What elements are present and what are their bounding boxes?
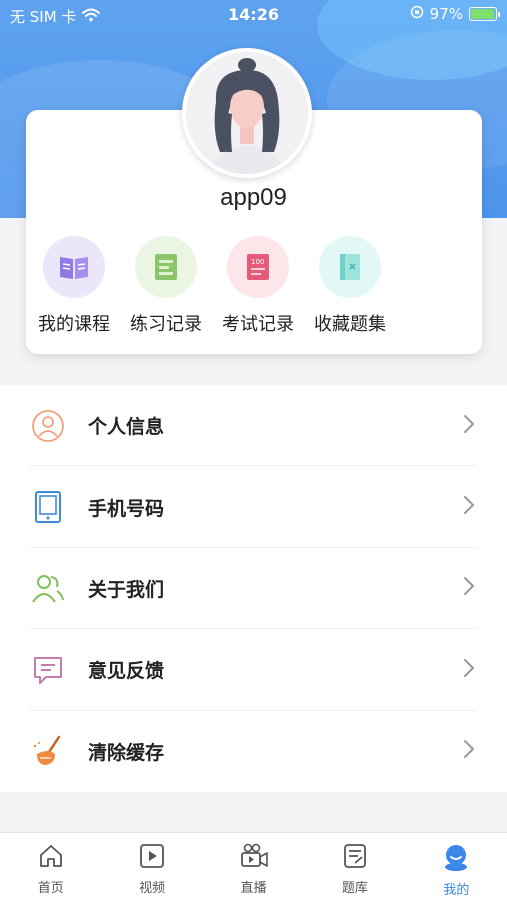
- tab-label: 我的: [443, 883, 470, 898]
- menu-item-clear-cache[interactable]: 清除缓存: [0, 711, 507, 792]
- tablet-icon: [30, 489, 66, 525]
- bookmark-book-icon: [319, 236, 381, 298]
- menu-item-personal-info[interactable]: 个人信息: [0, 385, 507, 467]
- profile-icon: [442, 843, 470, 875]
- chevron-right-icon: [463, 495, 475, 519]
- book-icon: [43, 236, 105, 298]
- tab-label: 直播: [240, 881, 267, 896]
- menu-item-label: 清除缓存: [88, 741, 165, 764]
- menu-item-label: 意见反馈: [88, 660, 165, 683]
- chevron-right-icon: [463, 414, 475, 438]
- menu-item-about-us[interactable]: 关于我们: [0, 548, 507, 630]
- orientation-lock-icon: [410, 5, 424, 23]
- menu-item-label: 关于我们: [88, 578, 165, 601]
- shortcut-my-courses[interactable]: 我的课程: [28, 236, 120, 336]
- avatar-illustration: [186, 52, 308, 174]
- exam-paper-icon: 100: [227, 236, 289, 298]
- chevron-right-icon: [463, 658, 475, 682]
- chevron-right-icon: [463, 576, 475, 600]
- avatar[interactable]: [182, 48, 312, 178]
- user-icon: [30, 408, 66, 444]
- tab-label: 视频: [139, 881, 166, 896]
- tab-question-bank[interactable]: 题库: [304, 833, 405, 900]
- tab-label: 题库: [341, 881, 368, 896]
- question-bank-icon: [342, 843, 368, 873]
- shortcut-label: 我的课程: [38, 314, 110, 335]
- notebook-icon: [135, 236, 197, 298]
- username: app09: [220, 184, 287, 211]
- shortcut-label: 练习记录: [130, 314, 202, 335]
- feedback-icon: [30, 652, 66, 688]
- tab-video[interactable]: 视频: [101, 833, 202, 900]
- menu-item-label: 手机号码: [88, 497, 165, 520]
- svg-text:100: 100: [251, 258, 264, 266]
- settings-menu: 个人信息 手机号码 关于我们 意见反馈 清除缓存: [0, 385, 507, 792]
- shortcut-favorite-questions[interactable]: 收藏题集: [304, 236, 396, 336]
- broom-icon: [30, 733, 66, 769]
- status-bar: 无 SIM 卡 14:26 97%: [0, 0, 507, 30]
- live-camera-icon: [239, 843, 269, 873]
- video-icon: [139, 843, 165, 873]
- shortcut-row: 我的课程 练习记录 100 考试记录 收藏题集: [28, 236, 400, 336]
- shortcut-practice-records[interactable]: 练习记录: [120, 236, 212, 336]
- tab-profile[interactable]: 我的: [406, 833, 507, 900]
- battery-icon: [469, 7, 500, 21]
- shortcut-exam-records[interactable]: 100 考试记录: [212, 236, 304, 336]
- menu-item-phone-number[interactable]: 手机号码: [0, 466, 507, 548]
- users-icon: [30, 570, 66, 606]
- tab-label: 首页: [37, 881, 64, 896]
- shortcut-label: 考试记录: [222, 314, 294, 335]
- menu-item-feedback[interactable]: 意见反馈: [0, 629, 507, 711]
- shortcut-label: 收藏题集: [314, 314, 386, 335]
- home-icon: [38, 843, 64, 873]
- battery-percent: 97%: [429, 5, 463, 23]
- tab-live[interactable]: 直播: [203, 833, 304, 900]
- tab-home[interactable]: 首页: [0, 833, 101, 900]
- bottom-tab-bar: 首页 视频 直播 题库 我的: [0, 832, 507, 900]
- chevron-right-icon: [463, 739, 475, 763]
- menu-item-label: 个人信息: [88, 416, 165, 439]
